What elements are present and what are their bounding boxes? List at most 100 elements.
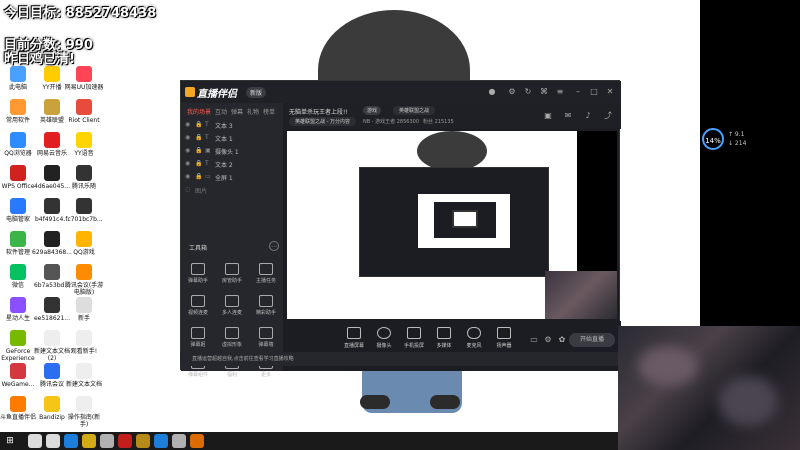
nested-preview-inner3 (452, 210, 478, 228)
notice-text[interactable]: 直播运营超越自我,点击前往查看学习直播攻略 (192, 355, 294, 362)
eye-icon[interactable]: ◉ (185, 147, 190, 154)
room-game[interactable]: 英雄联盟之战 (393, 106, 436, 115)
tool-video-link[interactable]: 视频连麦 (183, 295, 213, 316)
desktop-icon[interactable]: 网易UU加速器 (64, 66, 104, 91)
record-icon[interactable]: ▭ (529, 335, 539, 345)
desktop-icon[interactable]: 新建文本文档 (64, 363, 104, 388)
netease-icon[interactable] (118, 434, 132, 448)
screen-capture-button[interactable]: 直播屏幕 (339, 327, 369, 349)
eye-icon[interactable]: ◌ (185, 186, 190, 193)
app-icon (44, 99, 60, 115)
stream-preview[interactable] (287, 131, 617, 319)
scene-row[interactable]: ◉ 🔒 T 文本 3 (185, 121, 279, 132)
tool-icon (225, 327, 239, 339)
tool-host-task[interactable]: 主播任务 (251, 263, 281, 284)
media-button[interactable]: 多媒体 (429, 327, 459, 349)
edge-icon[interactable] (64, 434, 78, 448)
desktop-icon[interactable]: YY语音 (64, 132, 104, 157)
app-icon (10, 66, 26, 82)
avatar-icon[interactable]: ● (487, 87, 497, 97)
desktop-icon[interactable]: 腾讯会议(手游电脑版) (64, 264, 104, 296)
camera-icon (377, 327, 391, 339)
minimize-icon[interactable]: – (573, 87, 583, 97)
app1-icon[interactable] (100, 434, 114, 448)
tool-room-manager[interactable]: 房管助手 (217, 263, 247, 284)
room-category[interactable]: 游戏 (363, 106, 382, 115)
tool-avatar[interactable]: 虚拟形象 (217, 327, 247, 348)
app2-icon[interactable] (136, 434, 150, 448)
eye-icon[interactable]: ◉ (185, 160, 190, 167)
desktop-icon-label: 操作指南(新手) (67, 414, 101, 428)
explorer-icon[interactable] (82, 434, 96, 448)
lock-icon[interactable]: 🔒 (195, 147, 202, 154)
tab-rank[interactable]: 榜单 (263, 107, 275, 116)
refresh-icon[interactable]: ↻ (523, 87, 533, 97)
scene-row[interactable]: ◌ 图片 (185, 186, 279, 197)
camera-button[interactable]: 摄像头 (369, 327, 399, 349)
scene-row[interactable]: ◉ 🔒 ▣ 摄像头 1 (185, 147, 279, 158)
app3-icon[interactable] (172, 434, 186, 448)
desktop-icon[interactable]: 新手 (64, 297, 104, 322)
desktop-icon[interactable]: 操作指南(新手) (64, 396, 104, 428)
share-icon[interactable]: ⤴ (603, 111, 613, 121)
version-badge[interactable]: 新版 (246, 87, 267, 98)
desktop-icon[interactable]: fc701bc7b... (64, 198, 104, 223)
maximize-icon[interactable]: □ (589, 87, 599, 97)
tool-danmaku-helper[interactable]: 弹幕助手 (183, 263, 213, 284)
desktop-icon-label: 新建文本文档 (65, 381, 102, 388)
chrome-icon[interactable] (154, 434, 168, 448)
lock-icon[interactable]: 🔒 (195, 134, 202, 141)
settings-icon[interactable]: ⚙ (543, 335, 553, 345)
desktop-icon[interactable]: QQ游戏 (64, 231, 104, 256)
microphone-button[interactable]: 麦克风 (459, 327, 489, 349)
webcam-blob (638, 346, 698, 386)
app-icon (76, 330, 92, 346)
search-icon[interactable] (28, 434, 42, 448)
eye-icon[interactable]: ◉ (185, 121, 190, 128)
eye-icon[interactable]: ◉ (185, 173, 190, 180)
tool-icon (225, 295, 239, 307)
tool-danmaku-ji[interactable]: 弹幕姬 (183, 327, 213, 348)
more-icon[interactable]: ⋯ (269, 241, 279, 251)
desktop-icon[interactable]: 观看新手! (64, 330, 104, 355)
desktop-icon[interactable]: 腾讯乐随 (64, 165, 104, 190)
app-icon (44, 66, 60, 82)
share-icon[interactable]: ⌘ (539, 87, 549, 97)
tool-multi-link[interactable]: 多人连麦 (217, 295, 247, 316)
scene-row[interactable]: ◉ 🔒 T 文本 2 (185, 160, 279, 171)
scene-row[interactable]: ◉ 🔒 ▭ 全屏 1 (185, 173, 279, 184)
tool-danmaku-wall[interactable]: 弹幕墙 (251, 327, 281, 348)
settings-icon[interactable]: ⚙ (507, 87, 517, 97)
eye-icon[interactable]: ◉ (185, 134, 190, 141)
scene-row[interactable]: ◉ 🔒 T 文本 1 (185, 134, 279, 145)
bell-icon[interactable]: ♪ (583, 111, 593, 121)
taskbar: ⊞ (0, 432, 618, 450)
lock-icon[interactable]: 🔒 (195, 121, 202, 128)
gear-icon[interactable]: ✿ (557, 335, 567, 345)
tab-interact[interactable]: 互动 (215, 107, 227, 116)
start-live-button[interactable]: 开始直播 (569, 333, 615, 347)
mail-icon[interactable]: ✉ (563, 111, 573, 121)
task-view-icon[interactable] (46, 434, 60, 448)
nested-preview-inner (418, 194, 510, 248)
menu-icon[interactable]: ≡ (555, 87, 565, 97)
phone-cast-button[interactable]: 手机投屏 (399, 327, 429, 349)
tab-scenes[interactable]: 我的场景 (187, 107, 211, 116)
room-title[interactable]: 无脑单杀玩王者上段!! (289, 107, 348, 116)
tool-highlight[interactable]: 精彩助手 (251, 295, 281, 316)
app-icon (10, 363, 26, 379)
douyu-icon[interactable] (190, 434, 204, 448)
lock-icon[interactable]: 🔒 (195, 173, 202, 180)
tab-danmaku[interactable]: 弹幕 (231, 107, 243, 116)
lock-icon[interactable]: 🔒 (195, 160, 202, 167)
desktop-icon[interactable]: Riot Client (64, 99, 104, 124)
tab-gift[interactable]: 礼物 (247, 107, 259, 116)
windows-start-icon[interactable]: ⊞ (4, 435, 16, 447)
network-widget: 14% ↑ 9.1 ↓ 214 (700, 128, 756, 150)
speaker-button[interactable]: 扬声器 (489, 327, 519, 349)
app-icon (10, 99, 26, 115)
app-logo-icon (185, 87, 195, 97)
room-game-detail[interactable]: 英雄联盟之战 - 万分内容 (289, 117, 356, 126)
close-icon[interactable]: ✕ (605, 87, 615, 97)
gift-icon[interactable]: ▣ (543, 111, 553, 121)
